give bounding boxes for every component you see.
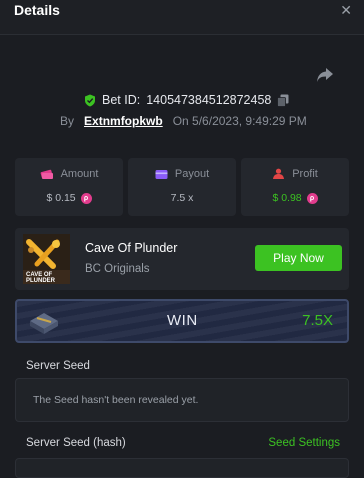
bet-id-value: 140547384512872458	[146, 93, 272, 107]
profit-icon	[273, 168, 285, 180]
username-link[interactable]: Extnmfopkwb	[84, 114, 163, 128]
server-seed-label: Server Seed	[26, 360, 90, 372]
result-multiplier: 7.5X	[302, 312, 333, 329]
game-thumbnail-art: CAVE OF PLUNDER	[23, 234, 70, 284]
coin-icon: ρ	[306, 192, 318, 204]
game-card: CAVE OF PLUNDER Cave Of Plunder BC Origi…	[15, 228, 349, 290]
on-label: On	[172, 114, 189, 128]
profit-card: Profit $ 0.98 ρ	[241, 158, 349, 216]
amount-value: $ 0.15	[46, 192, 76, 204]
seed-settings-link[interactable]: Seed Settings	[268, 437, 340, 449]
play-now-button[interactable]: Play Now	[255, 245, 342, 271]
game-thumbnail[interactable]: CAVE OF PLUNDER	[23, 234, 70, 284]
thumb-text-line-2: PLUNDER	[26, 278, 56, 284]
profit-value: $ 0.98	[272, 192, 302, 204]
by-label: By	[60, 114, 75, 128]
wallet-icon	[155, 169, 168, 179]
dialog-title: Details	[14, 2, 60, 18]
server-hash-field	[15, 458, 349, 478]
money-icon	[40, 169, 53, 179]
game-name[interactable]: Cave Of Plunder	[85, 241, 177, 255]
payout-card: Payout 7.5 x	[128, 158, 236, 216]
dialog-header: Details ✕	[0, 0, 364, 35]
share-icon[interactable]	[316, 67, 334, 83]
game-provider: BC Originals	[85, 263, 150, 275]
payout-value: 7.5 x	[170, 192, 194, 204]
coin-icon: ρ	[80, 192, 92, 204]
amount-label: Amount	[60, 168, 99, 181]
bet-id-row: Bet ID: 140547384512872458	[84, 92, 289, 108]
shield-check-icon	[85, 94, 95, 106]
bet-meta-row: By Extnmfopkwb On 5/6/2023, 9:49:29 PM	[60, 114, 307, 128]
bet-datetime: 5/6/2023, 9:49:29 PM	[192, 114, 307, 128]
chest-icon	[30, 313, 58, 334]
result-outcome: WIN	[167, 312, 198, 329]
profit-label: Profit	[292, 168, 318, 181]
copy-icon[interactable]	[277, 94, 289, 107]
result-banner: WIN 7.5X	[15, 299, 349, 343]
close-icon[interactable]: ✕	[340, 2, 352, 19]
server-hash-label: Server Seed (hash)	[26, 437, 126, 449]
server-seed-value: The Seed hasn't been revealed yet.	[33, 394, 199, 406]
bet-id-label: Bet ID:	[102, 93, 141, 107]
server-seed-field: The Seed hasn't been revealed yet.	[15, 378, 349, 422]
payout-label: Payout	[174, 168, 210, 181]
amount-card: Amount $ 0.15 ρ	[15, 158, 123, 216]
datetime-group: On 5/6/2023, 9:49:29 PM	[173, 114, 307, 128]
